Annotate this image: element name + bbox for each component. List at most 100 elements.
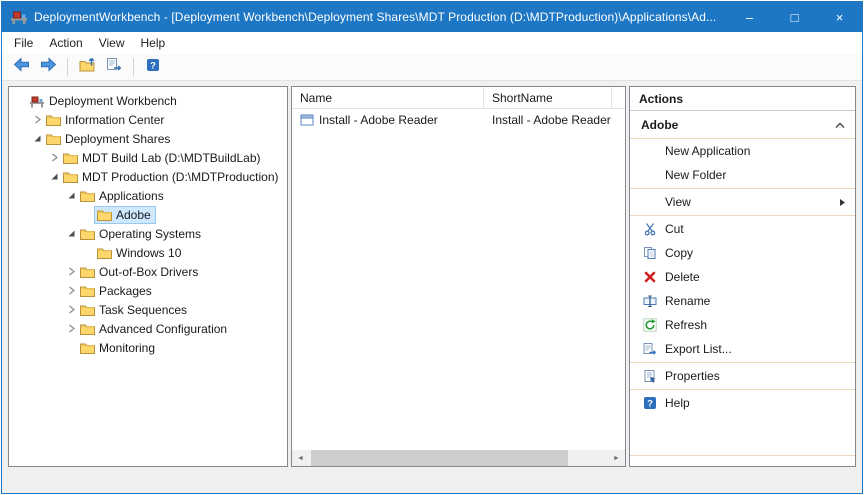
tree-node[interactable]: Packages [78, 283, 156, 299]
action-delete[interactable]: Delete [630, 265, 855, 289]
action-export-list[interactable]: Export List... [630, 337, 855, 361]
folder-share-icon [63, 171, 78, 183]
svg-text:?: ? [647, 399, 653, 410]
tree-item-windows-10[interactable]: Windows 10 [9, 243, 287, 262]
scroll-left-arrow-icon[interactable]: ◄ [292, 450, 309, 466]
expand-chevron-icon[interactable] [64, 324, 78, 333]
maximize-button[interactable]: □ [772, 2, 817, 32]
tree-item-mdt-production-d-mdtproduction[interactable]: MDT Production (D:\MDTProduction) [9, 167, 287, 186]
action-item-label: Properties [665, 369, 720, 383]
menu-action[interactable]: Action [41, 32, 90, 54]
main-area: Deployment Workbench Information Center De… [2, 81, 862, 471]
tree-item-deployment-shares[interactable]: Deployment Shares [9, 129, 287, 148]
tree-node[interactable]: Adobe [95, 207, 155, 223]
action-copy[interactable]: Copy [630, 241, 855, 265]
action-new-folder[interactable]: New Folder [630, 163, 855, 187]
window-title: DeploymentWorkbench - [Deployment Workbe… [34, 10, 727, 24]
svg-text:?: ? [150, 60, 156, 71]
action-properties[interactable]: Properties [630, 364, 855, 388]
tree-node[interactable]: Information Center [44, 112, 168, 128]
tree-item-label: Deployment Shares [65, 132, 170, 146]
action-item-label: New Application [665, 144, 750, 158]
tree-item-packages[interactable]: Packages [9, 281, 287, 300]
action-help[interactable]: ? Help [630, 391, 855, 415]
menu-help[interactable]: Help [133, 32, 174, 54]
scroll-right-arrow-icon[interactable]: ► [608, 450, 625, 466]
expand-chevron-icon[interactable] [64, 305, 78, 314]
action-view[interactable]: View [630, 190, 855, 214]
action-cut[interactable]: Cut [630, 217, 855, 241]
close-button[interactable]: × [817, 2, 862, 32]
collapse-chevron-icon[interactable] [64, 191, 78, 200]
tree-node[interactable]: Applications [78, 188, 168, 204]
tree-node[interactable]: Operating Systems [78, 226, 205, 242]
cut-icon [641, 222, 658, 236]
tree-item-out-of-box-drivers[interactable]: Out-of-Box Drivers [9, 262, 287, 281]
tree-node[interactable]: Advanced Configuration [78, 321, 231, 337]
horizontal-scrollbar[interactable]: ◄ ► [292, 450, 625, 466]
scrollbar-track[interactable] [309, 450, 608, 466]
chevron-up-icon[interactable] [835, 122, 845, 129]
tree-node[interactable]: MDT Production (D:\MDTProduction) [61, 169, 283, 185]
collapse-chevron-icon[interactable] [47, 172, 61, 181]
folder-icon [97, 209, 112, 221]
tree-item-monitoring[interactable]: Monitoring [9, 338, 287, 357]
tree-node[interactable]: Monitoring [78, 340, 159, 356]
action-new-application[interactable]: New Application [630, 139, 855, 163]
tree-node[interactable]: MDT Build Lab (D:\MDTBuildLab) [61, 150, 265, 166]
tree-item-advanced-configuration[interactable]: Advanced Configuration [9, 319, 287, 338]
menu-view[interactable]: View [91, 32, 133, 54]
tree-item-applications[interactable]: Applications [9, 186, 287, 205]
workbench-icon [29, 94, 45, 108]
tree-item-label: Operating Systems [99, 227, 201, 241]
back-button[interactable] [10, 56, 32, 78]
tree-item-operating-systems[interactable]: Operating Systems [9, 224, 287, 243]
collapse-chevron-icon[interactable] [30, 134, 44, 143]
tree-node[interactable]: Windows 10 [95, 245, 185, 261]
tree-item-mdt-build-lab-d-mdtbuildlab[interactable]: MDT Build Lab (D:\MDTBuildLab) [9, 148, 287, 167]
action-item-label: Copy [665, 246, 693, 260]
list-cell: Install - Adobe Reader [484, 113, 619, 127]
help-icon: ? [641, 396, 658, 410]
actions-separator [630, 362, 855, 363]
list-item-install-adobe-reader[interactable]: Install - Adobe ReaderInstall - Adobe Re… [292, 109, 625, 130]
action-rename[interactable]: Rename [630, 289, 855, 313]
column-header-name[interactable]: Name [292, 87, 484, 108]
tree-item-information-center[interactable]: Information Center [9, 110, 287, 129]
actions-list: New Application New Folder View Cut Copy Dele… [630, 139, 855, 415]
minimize-button[interactable]: – [727, 2, 772, 32]
action-item-label: Help [665, 396, 690, 410]
actions-separator [630, 389, 855, 390]
column-header-shortname[interactable]: ShortName [484, 87, 612, 108]
actions-group-label: Adobe [641, 118, 678, 132]
expand-chevron-icon[interactable] [30, 115, 44, 124]
folder-icon [80, 342, 95, 354]
tree-item-adobe[interactable]: Adobe [9, 205, 287, 224]
tree-item-label: Task Sequences [99, 303, 187, 317]
up-one-level-button[interactable] [76, 56, 98, 78]
tree-node[interactable]: Task Sequences [78, 302, 191, 318]
scrollbar-thumb[interactable] [311, 450, 568, 466]
tree-node[interactable]: Deployment Workbench [27, 93, 181, 109]
tree-node[interactable]: Out-of-Box Drivers [78, 264, 202, 280]
expand-chevron-icon[interactable] [64, 286, 78, 295]
forward-button[interactable] [37, 56, 59, 78]
tree-item-task-sequences[interactable]: Task Sequences [9, 300, 287, 319]
properties-icon [641, 369, 658, 383]
folder-icon [80, 228, 95, 240]
export-list-button[interactable] [103, 56, 125, 78]
refresh-icon [641, 318, 658, 332]
expand-chevron-icon[interactable] [64, 267, 78, 276]
expand-chevron-icon[interactable] [47, 153, 61, 162]
menu-file[interactable]: File [6, 32, 41, 54]
action-refresh[interactable]: Refresh [630, 313, 855, 337]
tree-node[interactable]: Deployment Shares [44, 131, 174, 147]
tree-item-deployment-workbench[interactable]: Deployment Workbench [9, 91, 287, 110]
tree-item-label: MDT Build Lab (D:\MDTBuildLab) [82, 151, 261, 165]
help-button[interactable]: ? [142, 56, 164, 78]
folder-task-icon [80, 304, 95, 316]
toolbar-separator [133, 58, 134, 76]
actions-pane-title: Actions [630, 87, 855, 111]
actions-group-header[interactable]: Adobe [630, 111, 855, 139]
collapse-chevron-icon[interactable] [64, 229, 78, 238]
